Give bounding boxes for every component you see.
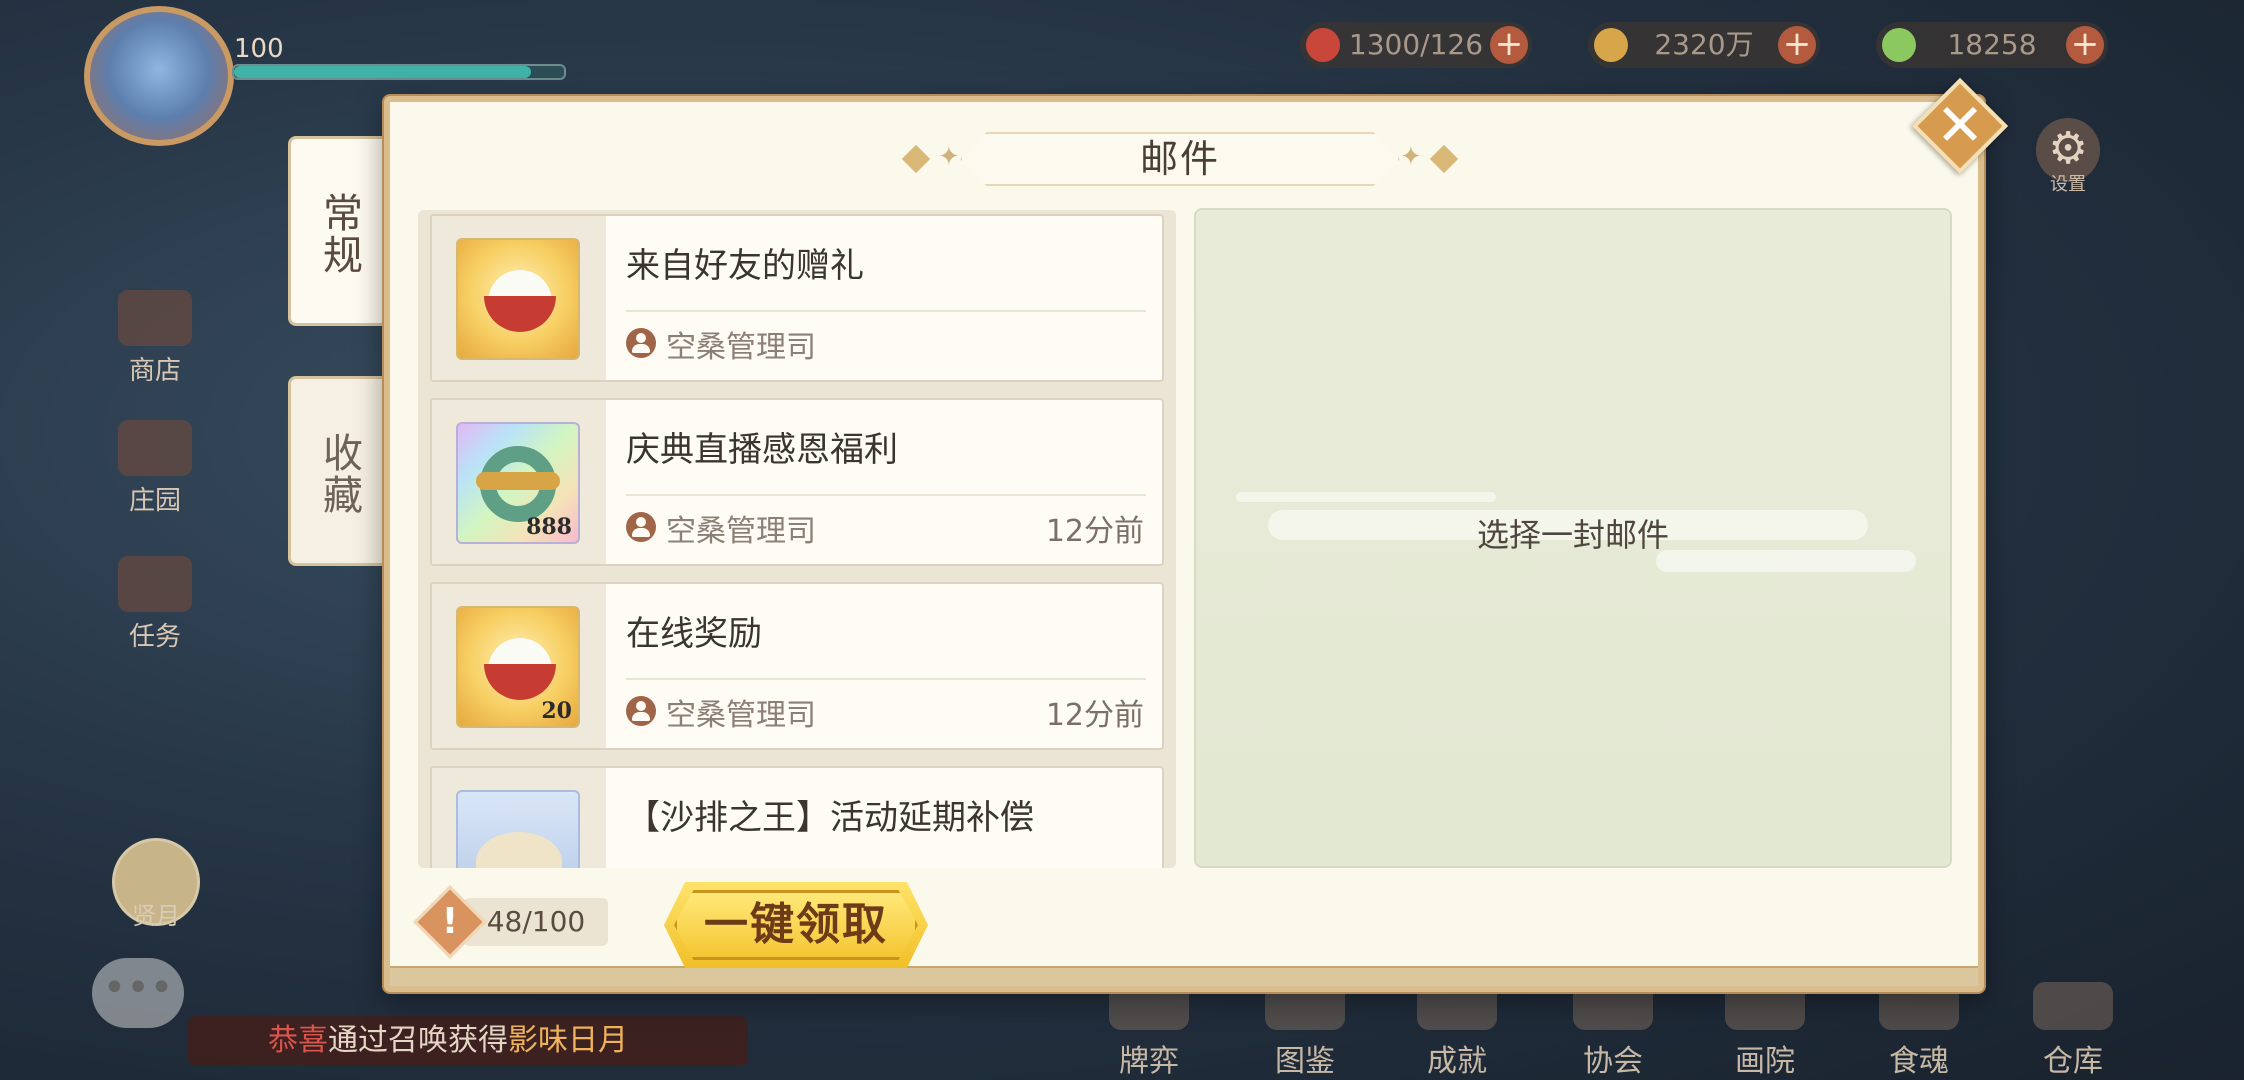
resource-coins: 2320万 + <box>1588 22 1820 68</box>
close-button[interactable]: ✕ <box>1911 77 2009 175</box>
bowl-icon <box>1306 28 1340 62</box>
bottom-nav-item[interactable]: 画院 <box>1710 982 1820 1080</box>
mail-item[interactable]: 来自好友的赠礼 空桑管理司 <box>430 214 1164 382</box>
shop-icon <box>118 290 192 346</box>
bottom-nav-item[interactable]: 食魂 <box>1864 982 1974 1080</box>
bottom-nav-item[interactable]: 图鉴 <box>1250 982 1360 1080</box>
gem-icon <box>1882 28 1916 62</box>
empty-state-text: 选择一封邮件 <box>1476 516 1669 554</box>
mail-time: 12分前 <box>1045 514 1144 549</box>
nav-manor[interactable]: 庄园 <box>110 420 200 517</box>
mail-time: 12分前 <box>1045 698 1144 733</box>
claim-all-button[interactable]: 一键领取 <box>664 882 928 968</box>
resource-stamina: 1300/126 + <box>1300 22 1532 68</box>
coin-icon <box>1594 28 1628 62</box>
user-icon <box>626 696 656 726</box>
resource-coins-value: 2320万 <box>1654 28 1754 61</box>
add-coins-button[interactable]: + <box>1778 26 1816 64</box>
resource-stamina-value: 1300/126 <box>1348 28 1484 61</box>
mail-title: 【沙排之王】活动延期补偿 <box>626 798 1034 838</box>
manor-icon <box>118 420 192 476</box>
bottom-nav-label: 图鉴 <box>1275 1044 1335 1079</box>
bottom-nav-item[interactable]: 成就 <box>1402 982 1512 1080</box>
tab-general[interactable]: 常规 <box>288 136 384 326</box>
xp-bar <box>232 64 566 80</box>
warning-icon: ! <box>441 901 459 942</box>
mail-title: 庆典直播感恩福利 <box>626 430 898 470</box>
mail-sender: 空桑管理司 <box>666 330 816 365</box>
add-stamina-button[interactable]: + <box>1490 26 1528 64</box>
bottom-nav: 牌弈 图鉴 成就 协会 画院 食魂 仓库 <box>0 982 2244 1080</box>
settings-label: 设置 <box>2050 174 2086 195</box>
player-avatar[interactable] <box>84 6 234 146</box>
bottom-nav-label: 画院 <box>1735 1044 1795 1079</box>
title-band: ✦ ✦ 邮件 <box>900 132 1460 186</box>
bottom-nav-label: 食魂 <box>1889 1044 1949 1079</box>
claim-all-label: 一键领取 <box>704 899 888 950</box>
resource-gems-value: 18258 <box>1947 28 2037 61</box>
bottom-nav-item[interactable]: 牌弈 <box>1094 982 1204 1080</box>
nav-manor-label: 庄园 <box>128 486 181 516</box>
tab-general-label: 常规 <box>316 192 362 276</box>
player-level: 100 <box>234 34 284 64</box>
bottom-nav-item[interactable]: 协会 <box>1558 982 1668 1080</box>
rice-bowl-icon: 20 <box>456 606 580 728</box>
user-icon <box>626 512 656 542</box>
nav-tasks-label: 任务 <box>128 622 181 652</box>
mail-list[interactable]: 来自好友的赠礼 空桑管理司 888 庆典直播感恩福利 空桑管理司 12分前 20… <box>418 210 1176 868</box>
mail-sender: 空桑管理司 <box>666 514 816 549</box>
bottom-nav-label: 牌弈 <box>1119 1044 1179 1079</box>
bottom-nav-label: 协会 <box>1583 1044 1643 1079</box>
rice-bowl-icon <box>456 238 580 360</box>
mail-title: 在线奖励 <box>626 614 762 654</box>
bottom-nav-label: 仓库 <box>2043 1044 2103 1079</box>
dumpling-icon <box>456 790 580 868</box>
nav-shop[interactable]: 商店 <box>110 290 200 387</box>
dialog-title: 邮件 <box>1139 137 1220 181</box>
warehouse-icon <box>2033 982 2113 1030</box>
companion-label: 贤月 <box>132 902 180 930</box>
nav-shop-label: 商店 <box>128 356 181 386</box>
item-quantity: 888 <box>526 514 572 540</box>
user-icon <box>626 328 656 358</box>
mail-item[interactable]: 20 在线奖励 空桑管理司 12分前 <box>430 582 1164 750</box>
mail-detail-panel: 选择一封邮件 <box>1194 208 1952 868</box>
mail-item[interactable]: 【沙排之王】活动延期补偿 <box>430 766 1164 868</box>
bottom-nav-item[interactable]: 仓库 <box>2018 982 2128 1080</box>
tab-favorites[interactable]: 收藏 <box>288 376 384 566</box>
item-quantity: 20 <box>541 698 572 724</box>
tab-favorites-label: 收藏 <box>316 432 362 516</box>
add-gems-button[interactable]: + <box>2066 26 2104 64</box>
tasks-icon <box>118 556 192 612</box>
mail-count: 48/100 ! <box>413 885 610 959</box>
resource-gems: 18258 + <box>1876 22 2108 68</box>
close-icon: ✕ <box>1935 91 1985 159</box>
mail-item[interactable]: 888 庆典直播感恩福利 空桑管理司 12分前 <box>430 398 1164 566</box>
nav-tasks[interactable]: 任务 <box>110 556 200 653</box>
mail-title: 来自好友的赠礼 <box>626 246 864 286</box>
bottom-nav-label: 成就 <box>1427 1044 1487 1079</box>
jade-ring-icon: 888 <box>456 422 580 544</box>
mail-sender: 空桑管理司 <box>666 698 816 733</box>
